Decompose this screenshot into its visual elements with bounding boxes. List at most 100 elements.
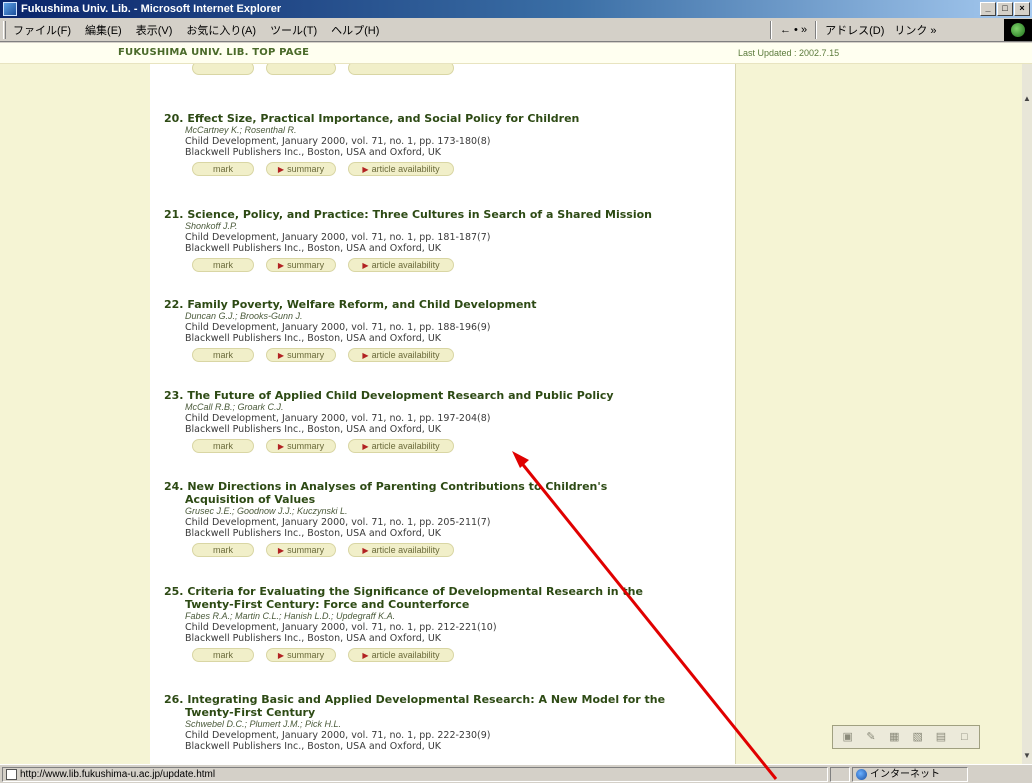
menu-bar: ファイル(F) 編集(E) 表示(V) お気に入り(A) ツール(T) ヘルプ(… xyxy=(0,18,1032,42)
menu-view[interactable]: 表示(V) xyxy=(129,22,180,38)
menu-file[interactable]: ファイル(F) xyxy=(6,22,78,38)
article-availability-button[interactable]: ▶ article availability xyxy=(348,162,454,176)
last-updated: Last Updated : 2002.7.15 xyxy=(738,48,840,58)
menu-edit[interactable]: 編集(E) xyxy=(78,22,129,38)
article-title[interactable]: 24. New Directions in Analyses of Parent… xyxy=(164,480,724,506)
summary-button[interactable]: ▶ summary xyxy=(266,258,336,272)
mark-button[interactable]: mark xyxy=(192,439,254,453)
ime-icon[interactable]: ▣ xyxy=(840,730,856,744)
article-publisher: Blackwell Publishers Inc., Boston, USA a… xyxy=(185,147,441,158)
article-availability-button[interactable]: ▶ article availability xyxy=(348,439,454,453)
article-publisher: Blackwell Publishers Inc., Boston, USA a… xyxy=(185,633,441,644)
ie-throbber-icon xyxy=(1004,19,1032,41)
back-button[interactable]: ← • » xyxy=(775,24,812,36)
menu-help[interactable]: ヘルプ(H) xyxy=(324,22,386,38)
article-item: 26. Integrating Basic and Applied Develo… xyxy=(164,693,724,752)
article-publisher: Blackwell Publishers Inc., Boston, USA a… xyxy=(185,243,441,254)
page-header: FUKUSHIMA UNIV. LIB. TOP PAGE Last Updat… xyxy=(0,43,1032,64)
dictionary-icon[interactable]: ▦ xyxy=(886,730,902,744)
article-availability-button[interactable]: ▶ article availability xyxy=(348,543,454,557)
left-frame xyxy=(0,64,150,764)
summary-button[interactable]: ▶ summary xyxy=(266,162,336,176)
article-availability-button[interactable]: ▶ article availability xyxy=(348,348,454,362)
page-icon xyxy=(6,768,17,780)
article-availability-button[interactable] xyxy=(348,64,454,75)
article-publisher: Blackwell Publishers Inc., Boston, USA a… xyxy=(185,741,441,752)
article-item: 24. New Directions in Analyses of Parent… xyxy=(164,480,724,557)
maximize-button[interactable]: □ xyxy=(997,2,1013,16)
menu-favorites[interactable]: お気に入り(A) xyxy=(179,22,263,38)
summary-button[interactable]: ▶ summary xyxy=(266,543,336,557)
window-title-bar[interactable]: Fukushima Univ. Lib. - Microsoft Interne… xyxy=(0,0,1032,18)
ie-app-icon xyxy=(3,2,17,16)
article-citation: Child Development, January 2000, vol. 71… xyxy=(185,322,491,333)
article-citation: Child Development, January 2000, vol. 71… xyxy=(185,136,491,147)
options-icon[interactable]: □ xyxy=(956,730,972,744)
mark-button[interactable]: mark xyxy=(192,543,254,557)
article-title[interactable]: 26. Integrating Basic and Applied Develo… xyxy=(164,693,724,719)
toolbar-separator xyxy=(815,21,818,39)
article-authors: Shonkoff J.P. xyxy=(185,221,238,231)
article-item: 23. The Future of Applied Child Developm… xyxy=(164,389,724,453)
summary-button[interactable]: ▶ summary xyxy=(266,439,336,453)
security-zone: インターネット xyxy=(852,766,968,782)
article-authors: Schwebel D.C.; Plumert J.M.; Pick H.L. xyxy=(185,719,342,729)
status-bar: http://www.lib.fukushima-u.ac.jp/update.… xyxy=(0,764,1032,783)
close-button[interactable]: × xyxy=(1014,2,1030,16)
mark-button[interactable]: mark xyxy=(192,162,254,176)
article-publisher: Blackwell Publishers Inc., Boston, USA a… xyxy=(185,528,441,539)
status-cell-empty xyxy=(830,766,850,782)
article-title[interactable]: 25. Criteria for Evaluating the Signific… xyxy=(164,585,724,611)
kanji-icon[interactable]: ▤ xyxy=(933,730,949,744)
summary-button[interactable]: ▶ summary xyxy=(266,348,336,362)
language-bar[interactable]: ▣ ✎ ▦ ▧ ▤ □ xyxy=(832,725,980,749)
scroll-up-icon[interactable]: ▲ xyxy=(1023,94,1031,103)
article-title[interactable]: 23. The Future of Applied Child Developm… xyxy=(164,389,724,402)
article-availability-button[interactable]: ▶ article availability xyxy=(348,258,454,272)
pad-icon[interactable]: ▧ xyxy=(910,730,926,744)
partial-button-row xyxy=(164,64,454,75)
vertical-scrollbar[interactable]: ▲ ▼ xyxy=(1022,64,1032,764)
right-frame xyxy=(735,64,1022,764)
article-item: 21. Science, Policy, and Practice: Three… xyxy=(164,208,724,272)
status-url: http://www.lib.fukushima-u.ac.jp/update.… xyxy=(20,768,216,780)
article-title[interactable]: 20. Effect Size, Practical Importance, a… xyxy=(164,112,724,125)
article-citation: Child Development, January 2000, vol. 71… xyxy=(185,517,491,528)
article-availability-button[interactable]: ▶ article availability xyxy=(348,648,454,662)
window-title: Fukushima Univ. Lib. - Microsoft Interne… xyxy=(21,3,282,15)
mark-button[interactable]: mark xyxy=(192,348,254,362)
mark-button[interactable] xyxy=(192,64,254,75)
menu-tools[interactable]: ツール(T) xyxy=(263,22,324,38)
article-authors: Grusec J.E.; Goodnow J.J.; Kuczynski L. xyxy=(185,506,348,516)
mark-button[interactable]: mark xyxy=(192,258,254,272)
article-authors: McCall R.B.; Groark C.J. xyxy=(185,402,284,412)
article-publisher: Blackwell Publishers Inc., Boston, USA a… xyxy=(185,424,441,435)
toolbar-separator xyxy=(770,21,772,39)
article-title[interactable]: 21. Science, Policy, and Practice: Three… xyxy=(164,208,724,221)
summary-button[interactable] xyxy=(266,64,336,75)
globe-icon xyxy=(856,768,867,780)
article-citation: Child Development, January 2000, vol. 71… xyxy=(185,622,497,633)
article-authors: McCartney K.; Rosenthal R. xyxy=(185,125,297,135)
links-toolbar[interactable]: リンク » xyxy=(889,22,941,38)
article-citation: Child Development, January 2000, vol. 71… xyxy=(185,232,491,243)
article-item: 25. Criteria for Evaluating the Signific… xyxy=(164,585,724,662)
zone-label: インターネット xyxy=(870,768,940,780)
scroll-down-icon[interactable]: ▼ xyxy=(1023,751,1031,760)
article-item: 22. Family Poverty, Welfare Reform, and … xyxy=(164,298,724,362)
address-bar-label[interactable]: アドレス(D) xyxy=(820,22,889,38)
article-citation: Child Development, January 2000, vol. 71… xyxy=(185,730,491,741)
article-item: 20. Effect Size, Practical Importance, a… xyxy=(164,112,724,176)
article-publisher: Blackwell Publishers Inc., Boston, USA a… xyxy=(185,333,441,344)
top-page-link[interactable]: FUKUSHIMA UNIV. LIB. TOP PAGE xyxy=(118,47,309,58)
status-url-cell: http://www.lib.fukushima-u.ac.jp/update.… xyxy=(2,766,828,782)
pen-icon[interactable]: ✎ xyxy=(863,730,879,744)
mark-button[interactable]: mark xyxy=(192,648,254,662)
article-title[interactable]: 22. Family Poverty, Welfare Reform, and … xyxy=(164,298,724,311)
article-authors: Duncan G.J.; Brooks-Gunn J. xyxy=(185,311,303,321)
article-citation: Child Development, January 2000, vol. 71… xyxy=(185,413,491,424)
article-authors: Fabes R.A.; Martin C.L.; Hanish L.D.; Up… xyxy=(185,611,396,621)
article-list: 20. Effect Size, Practical Importance, a… xyxy=(150,64,735,764)
summary-button[interactable]: ▶ summary xyxy=(266,648,336,662)
minimize-button[interactable]: _ xyxy=(980,2,996,16)
